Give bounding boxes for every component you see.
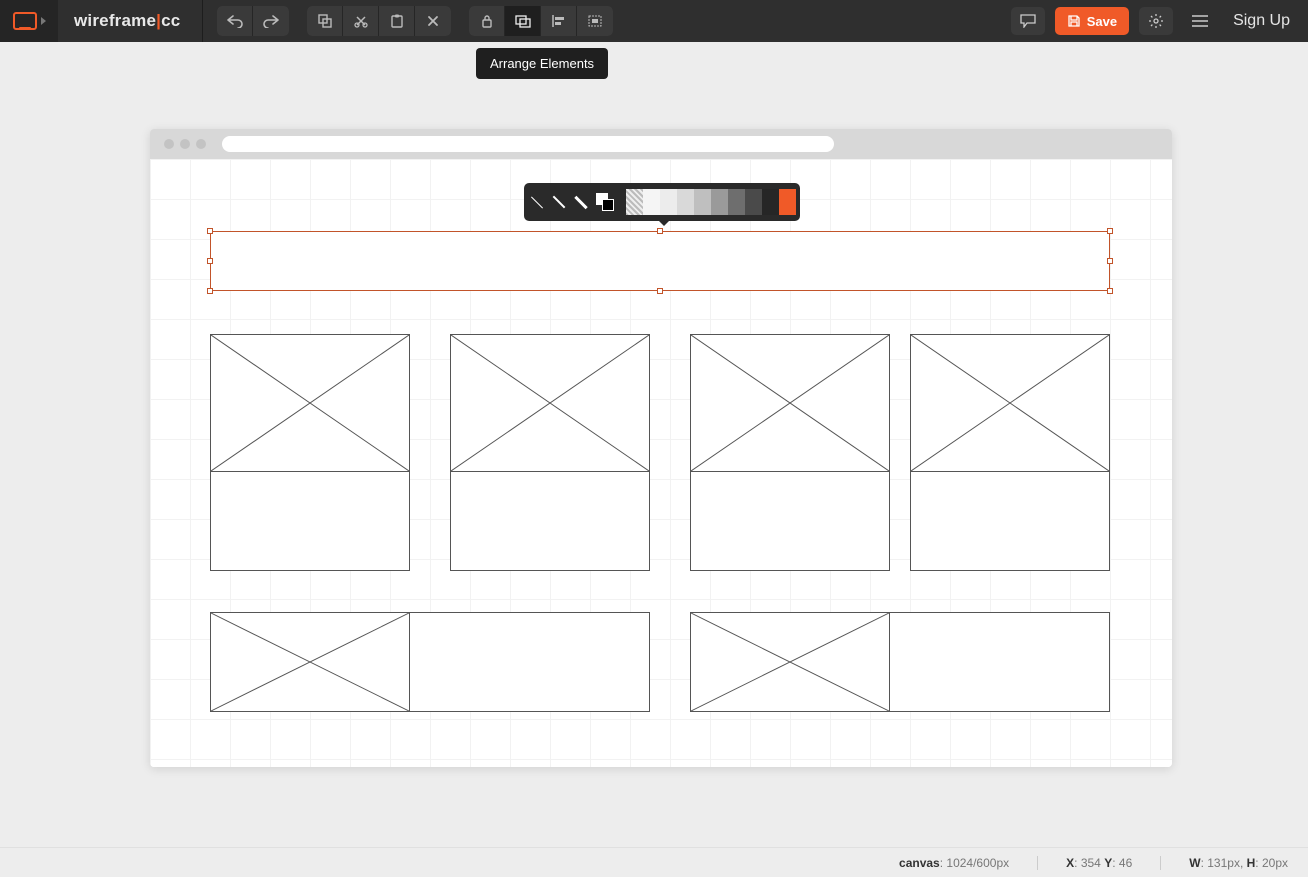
popup-arrow-icon: [658, 220, 670, 226]
swatch-accent[interactable]: [779, 189, 796, 215]
copy-button[interactable]: [307, 6, 343, 36]
style-popup[interactable]: [524, 183, 800, 221]
selected-element[interactable]: [210, 231, 1110, 291]
signup-link[interactable]: Sign Up: [1233, 12, 1290, 30]
status-bar: canvas: 1024/600px X: 354 Y: 46 W: 131px…: [0, 847, 1308, 877]
undo-button[interactable]: [217, 6, 253, 36]
card-2[interactable]: [450, 334, 650, 571]
traffic-light-close: [164, 139, 174, 149]
image-placeholder: [210, 334, 410, 472]
save-icon: [1067, 14, 1081, 28]
image-placeholder: [210, 612, 410, 712]
resize-handle-b[interactable]: [657, 288, 663, 294]
element-size: W: 131px, H: 20px: [1189, 856, 1288, 870]
swatch-5[interactable]: [711, 189, 728, 215]
tooltip: Arrange Elements: [476, 48, 608, 79]
status-divider: [1037, 856, 1038, 870]
save-button[interactable]: Save: [1055, 7, 1129, 35]
device-selector[interactable]: [0, 0, 58, 42]
image-placeholder: [690, 334, 890, 472]
wide-card-2[interactable]: [690, 612, 1110, 712]
card-4[interactable]: [910, 334, 1110, 571]
arrange-group: [469, 6, 613, 36]
image-placeholder: [690, 612, 890, 712]
distribute-button[interactable]: [577, 6, 613, 36]
canvas-size: canvas: 1024/600px: [899, 856, 1009, 870]
top-toolbar: wireframe|cc: [0, 0, 1308, 42]
resize-handle-bl[interactable]: [207, 288, 213, 294]
lock-button[interactable]: [469, 6, 505, 36]
traffic-light-min: [180, 139, 190, 149]
settings-button[interactable]: [1139, 7, 1173, 35]
swatch-8[interactable]: [762, 189, 779, 215]
brand-logo[interactable]: wireframe|cc: [74, 11, 180, 31]
brand-left: wireframe: [74, 11, 156, 30]
edit-group: [307, 6, 451, 36]
swatch-3[interactable]: [677, 189, 694, 215]
resize-handle-r[interactable]: [1107, 258, 1113, 264]
wide-card-1[interactable]: [210, 612, 650, 712]
card-3[interactable]: [690, 334, 890, 571]
swatch-7[interactable]: [745, 189, 762, 215]
toolbar-divider: [202, 0, 203, 42]
redo-button[interactable]: [253, 6, 289, 36]
arrange-elements-button[interactable]: [505, 6, 541, 36]
resize-handle-t[interactable]: [657, 228, 663, 234]
browser-titlebar: [150, 129, 1172, 159]
swatch-row: [626, 189, 796, 215]
menu-button[interactable]: [1183, 7, 1217, 35]
brand-right: cc: [161, 11, 180, 30]
history-group: [217, 6, 289, 36]
right-toolbar: Save Sign Up: [1011, 7, 1308, 35]
card-1[interactable]: [210, 334, 410, 571]
align-left-button[interactable]: [541, 6, 577, 36]
status-divider: [1160, 856, 1161, 870]
canvas-stage: [150, 129, 1172, 767]
cut-button[interactable]: [343, 6, 379, 36]
chevron-right-icon: [41, 17, 46, 25]
swatch-6[interactable]: [728, 189, 745, 215]
swatch-1[interactable]: [643, 189, 660, 215]
comment-button[interactable]: [1011, 7, 1045, 35]
resize-handle-tl[interactable]: [207, 228, 213, 234]
stroke-thick[interactable]: [572, 189, 590, 215]
image-placeholder: [450, 334, 650, 472]
resize-handle-l[interactable]: [207, 258, 213, 264]
resize-handle-tr[interactable]: [1107, 228, 1113, 234]
save-label: Save: [1087, 14, 1117, 29]
stroke-medium[interactable]: [550, 189, 568, 215]
swatch-hatch[interactable]: [626, 189, 643, 215]
image-placeholder: [910, 334, 1110, 472]
fill-toggle[interactable]: [594, 189, 616, 215]
paste-button[interactable]: [379, 6, 415, 36]
device-icon: [13, 12, 37, 30]
swatch-2[interactable]: [660, 189, 677, 215]
cursor-xy: X: 354 Y: 46: [1066, 856, 1132, 870]
swatch-4[interactable]: [694, 189, 711, 215]
delete-button[interactable]: [415, 6, 451, 36]
traffic-light-max: [196, 139, 206, 149]
canvas-area[interactable]: [150, 159, 1172, 767]
url-bar: [222, 136, 834, 152]
stroke-thin[interactable]: [528, 189, 546, 215]
resize-handle-br[interactable]: [1107, 288, 1113, 294]
